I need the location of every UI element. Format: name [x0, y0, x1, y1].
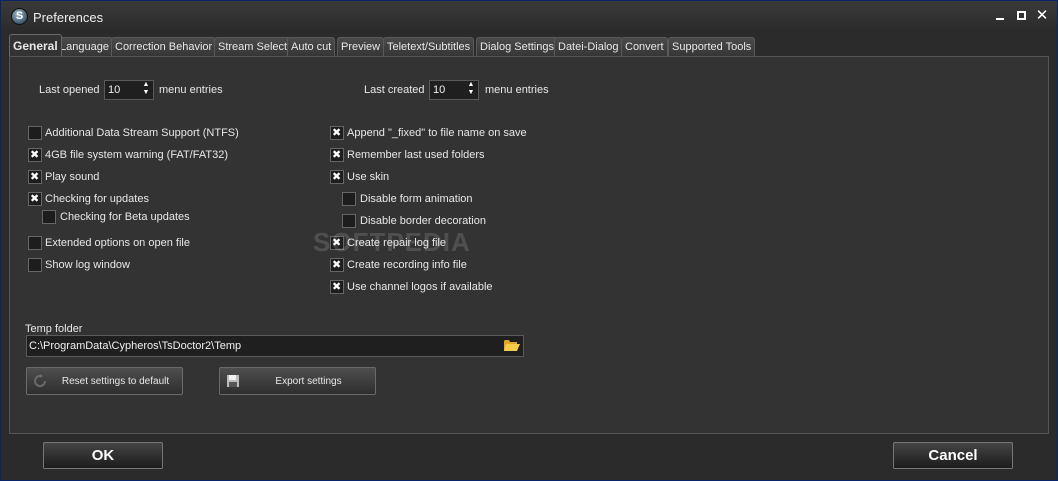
checkbox-label: Additional Data Stream Support (NTFS) [45, 127, 239, 139]
checkbox-4gb-warning[interactable] [28, 148, 42, 162]
reset-settings-button[interactable]: Reset settings to default [26, 367, 183, 395]
checkbox-use-skin[interactable] [330, 170, 344, 184]
tab-general[interactable]: General [9, 34, 62, 56]
tab-convert[interactable]: Convert [621, 37, 668, 56]
tab-language[interactable]: Language [56, 37, 113, 56]
checkbox-label: Play sound [45, 171, 100, 183]
spinner-arrows-icon[interactable]: ▲ ▼ [140, 81, 152, 99]
checkbox-remember-folders[interactable] [330, 148, 344, 162]
last-created-spinner[interactable]: 10 ▲ ▼ [429, 80, 479, 100]
ok-button[interactable]: OK [43, 442, 163, 469]
tab-supported-tools[interactable]: Supported Tools [668, 37, 756, 56]
checkbox-recording-info[interactable] [330, 258, 344, 272]
tab-datei-dialog[interactable]: Datei-Dialog [554, 37, 623, 56]
export-settings-button[interactable]: Export settings [219, 367, 376, 395]
close-button[interactable]: ✕ [1035, 7, 1049, 24]
minimize-icon [996, 18, 1004, 20]
checkbox-beta-updates[interactable] [42, 210, 56, 224]
maximize-icon [1016, 11, 1026, 20]
last-opened-label: Last opened [39, 84, 100, 96]
checkbox-label: Disable border decoration [360, 215, 486, 227]
tab-dialog-settings[interactable]: Dialog Settings [476, 37, 558, 56]
general-panel: Last opened 10 ▲ ▼ menu entries Last crea… [9, 56, 1049, 434]
checkbox-disable-animation[interactable] [342, 192, 356, 206]
open-folder-icon[interactable] [504, 339, 520, 352]
checkbox-show-log[interactable] [28, 258, 42, 272]
last-opened-spinner[interactable]: 10 ▲ ▼ [104, 80, 154, 100]
tab-stream-select[interactable]: Stream Select [214, 37, 292, 56]
checkbox-disable-border[interactable] [342, 214, 356, 228]
last-created-value: 10 [433, 84, 446, 96]
tab-auto-cut[interactable]: Auto cut [287, 37, 336, 56]
checkbox-label: Show log window [45, 259, 130, 271]
checkbox-label: Remember last used folders [347, 149, 485, 161]
last-created-label: Last created [364, 84, 425, 96]
checkbox-label: Use channel logos if available [347, 281, 493, 293]
checkbox-label: Checking for updates [45, 193, 149, 205]
temp-folder-input[interactable]: C:\ProgramData\Cypheros\TsDoctor2\Temp [26, 335, 524, 357]
checkbox-label: Disable form animation [360, 193, 473, 205]
tab-teletext-subtitles[interactable]: Teletext/Subtitles [383, 37, 475, 56]
checkbox-check-updates[interactable] [28, 192, 42, 206]
checkbox-label: Use skin [347, 171, 390, 183]
close-icon: ✕ [1035, 7, 1049, 24]
cancel-button[interactable]: Cancel [893, 442, 1013, 469]
checkbox-label: Append "_fixed" to file name on save [347, 127, 527, 139]
watermark: SOFTPEDIA [313, 227, 471, 257]
tab-bar: General Language Correction Behavior Str… [9, 34, 1049, 56]
tab-correction-behavior[interactable]: Correction Behavior [111, 37, 217, 56]
checkbox-label: 4GB file system warning (FAT/FAT32) [45, 149, 228, 161]
checkbox-label: Create recording info file [347, 259, 467, 271]
export-settings-label: Export settings [275, 376, 342, 387]
reset-settings-label: Reset settings to default [61, 376, 170, 387]
window-title: Preferences [33, 10, 104, 25]
spinner-arrows-icon[interactable]: ▲ ▼ [465, 81, 477, 99]
checkbox-channel-logos[interactable] [330, 280, 344, 294]
checkbox-append-fixed[interactable] [330, 126, 344, 140]
checkbox-label: Extended options on open file [45, 237, 190, 249]
app-logo-icon: S [11, 8, 28, 25]
minimize-button[interactable] [993, 9, 1007, 23]
last-opened-suffix: menu entries [159, 84, 223, 96]
title-bar: S Preferences ✕ [1, 1, 1057, 33]
temp-folder-value: C:\ProgramData\Cypheros\TsDoctor2\Temp [29, 340, 242, 352]
checkbox-play-sound[interactable] [28, 170, 42, 184]
checkbox-ntfs-stream[interactable] [28, 126, 42, 140]
checkbox-label: Checking for Beta updates [60, 211, 190, 223]
checkbox-extended-open[interactable] [28, 236, 42, 250]
maximize-button[interactable] [1014, 9, 1028, 23]
temp-folder-label: Temp folder [25, 323, 83, 335]
last-opened-value: 10 [108, 84, 121, 96]
tab-preview[interactable]: Preview [337, 37, 385, 56]
last-created-suffix: menu entries [485, 84, 549, 96]
preferences-window: S Preferences ✕ General Language Correct… [0, 0, 1058, 481]
